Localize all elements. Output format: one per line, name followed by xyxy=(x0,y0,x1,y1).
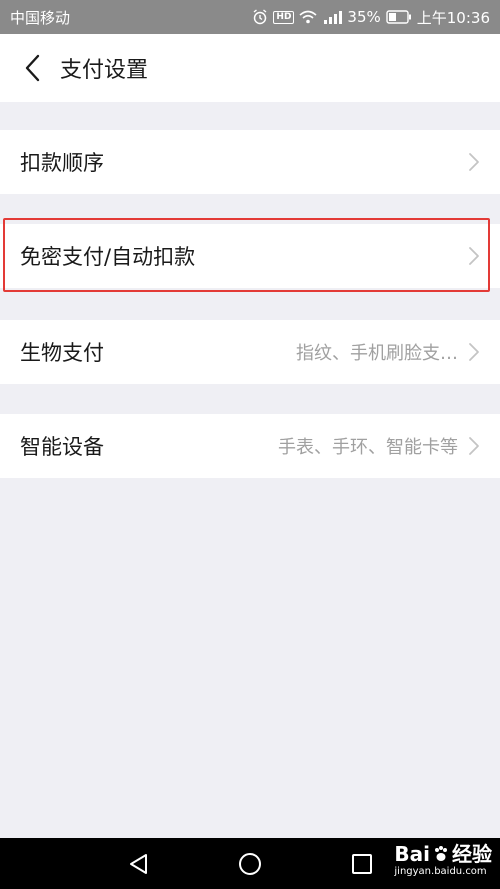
status-icons: HD 35% 上午10:36 xyxy=(252,7,490,28)
watermark-suffix: 经验 xyxy=(452,842,492,866)
row-smart-devices[interactable]: 智能设备 手表、手环、智能卡等 xyxy=(0,414,500,478)
clock: 上午10:36 xyxy=(416,8,490,27)
row-label: 智能设备 xyxy=(20,435,104,459)
watermark-url: jingyan.baidu.com xyxy=(394,866,487,877)
row-value: 指纹、手机刷脸支… xyxy=(296,343,458,364)
triangle-back-icon xyxy=(130,854,147,874)
chevron-right-icon xyxy=(469,247,479,265)
page-title: 支付设置 xyxy=(60,58,149,83)
row-value: 手表、手环、智能卡等 xyxy=(278,437,458,458)
chevron-right-icon xyxy=(469,437,479,455)
battery-percent: 35% xyxy=(347,8,381,26)
navigation-bar: Bai 经验 jingyan.baidu.com xyxy=(0,838,500,889)
nav-back-button[interactable] xyxy=(126,851,152,877)
alarm-icon xyxy=(253,9,267,25)
back-button[interactable] xyxy=(12,48,52,88)
nav-home-button[interactable] xyxy=(237,851,263,877)
carrier-name: 中国移动 xyxy=(10,8,71,27)
row-biometric-payment[interactable]: 生物支付 指纹、手机刷脸支… xyxy=(0,320,500,384)
chevron-right-icon xyxy=(469,153,479,171)
paw-icon xyxy=(435,846,447,861)
chevron-right-icon xyxy=(469,343,479,361)
square-recents-icon xyxy=(352,854,372,874)
circle-home-icon xyxy=(239,853,261,875)
signal-icon xyxy=(324,11,343,24)
wifi-icon xyxy=(299,10,317,24)
status-bar: 中国移动 HD 35% 上午10:36 xyxy=(0,0,500,34)
baidu-watermark: Bai 经验 jingyan.baidu.com xyxy=(394,842,492,878)
chevron-left-icon xyxy=(25,54,40,82)
row-label: 免密支付/自动扣款 xyxy=(20,245,196,269)
row-label: 生物支付 xyxy=(20,341,104,365)
watermark-logo: Bai 经验 xyxy=(394,842,492,866)
hd-badge: HD xyxy=(273,10,295,24)
watermark-brand: Bai xyxy=(394,842,430,866)
nav-recents-button[interactable] xyxy=(349,851,375,877)
row-label: 扣款顺序 xyxy=(20,151,104,175)
row-password-free-payment[interactable]: 免密支付/自动扣款 xyxy=(0,224,500,288)
row-deduction-order[interactable]: 扣款顺序 xyxy=(0,130,500,194)
header-bar: 支付设置 xyxy=(0,34,500,102)
battery-icon xyxy=(386,10,411,24)
